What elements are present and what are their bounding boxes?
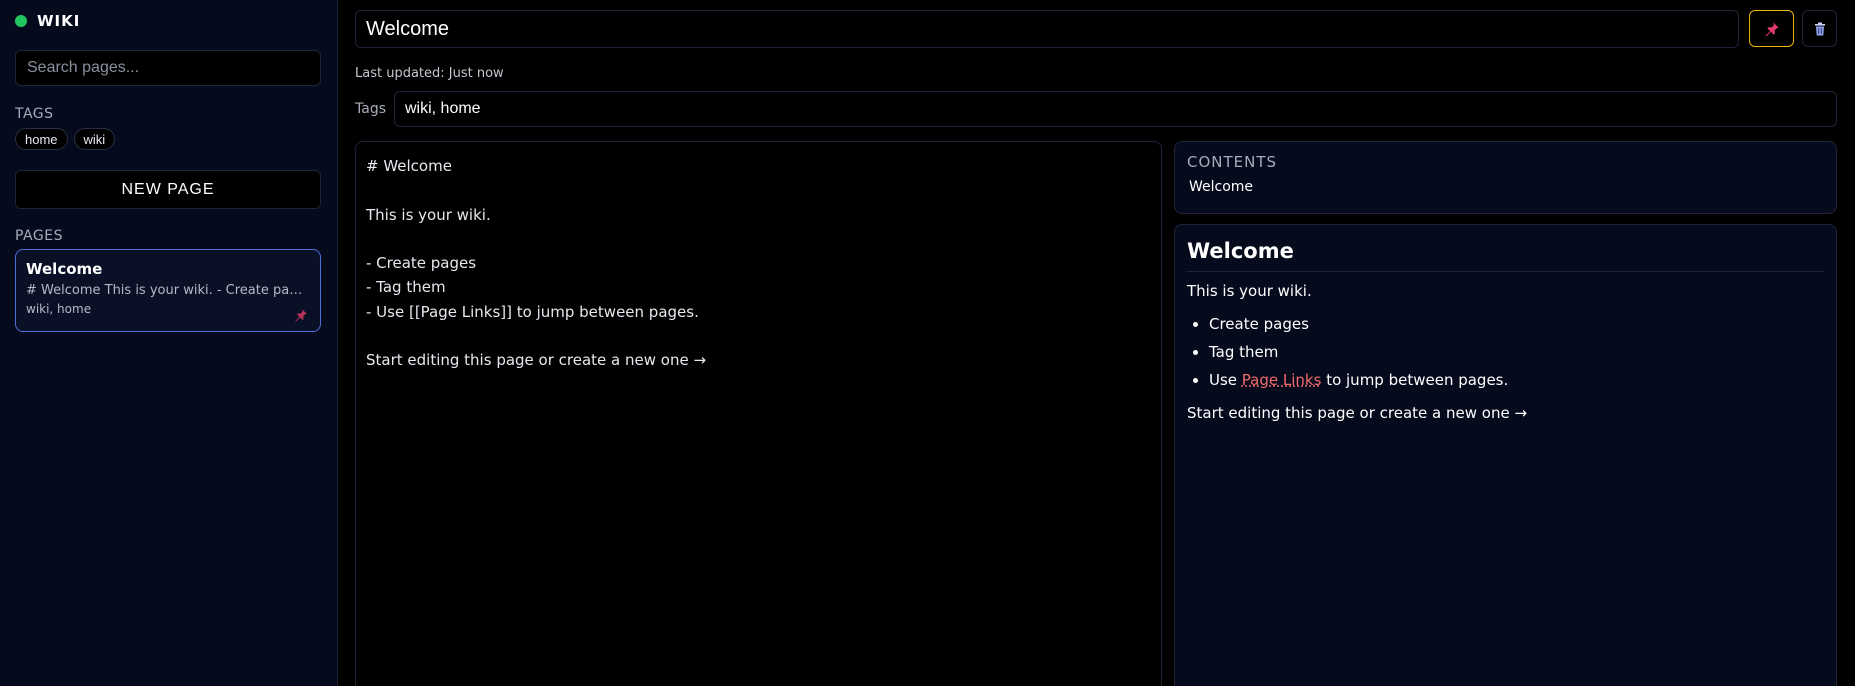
pin-button[interactable]	[1749, 10, 1794, 47]
wiki-page-link[interactable]: Page Links	[1242, 371, 1322, 389]
tag-chip-home[interactable]: home	[15, 128, 68, 150]
pages-section-label: PAGES	[15, 228, 63, 244]
preview-list: Create pages Tag them Use Page Links to …	[1187, 310, 1824, 394]
pin-icon	[1765, 22, 1778, 36]
toc-label: CONTENTS	[1187, 153, 1278, 171]
preview-outro: Start editing this page or create a new …	[1187, 404, 1528, 422]
last-updated-text: Last updated: Just now	[355, 66, 504, 81]
brand: WIKI	[15, 12, 80, 30]
delete-button[interactable]	[1802, 10, 1837, 47]
tags-field-label: Tags	[355, 101, 386, 117]
page-item-tags: wiki, home	[26, 302, 92, 316]
tag-list: home wiki	[15, 128, 116, 150]
link-suffix: to jump between pages.	[1321, 371, 1509, 389]
page-item-excerpt: # Welcome This is your wiki. - Create pa…	[26, 283, 310, 298]
preview-list-item: Tag them	[1209, 338, 1824, 366]
preview-heading: Welcome	[1187, 239, 1824, 272]
markdown-editor[interactable]: # Welcome This is your wiki. - Create pa…	[355, 141, 1162, 686]
page-title-input[interactable]	[355, 10, 1739, 48]
markdown-preview: Welcome This is your wiki. Create pages …	[1174, 224, 1837, 686]
new-page-button[interactable]: NEW PAGE	[15, 170, 321, 209]
table-of-contents: CONTENTS Welcome	[1174, 141, 1837, 214]
tags-section-label: TAGS	[15, 106, 54, 122]
page-list-item[interactable]: Welcome # Welcome This is your wiki. - C…	[15, 249, 321, 332]
preview-intro: This is your wiki.	[1187, 282, 1312, 300]
link-prefix: Use	[1209, 371, 1242, 389]
preview-list-item: Use Page Links to jump between pages.	[1209, 366, 1824, 394]
pin-icon	[295, 309, 307, 322]
tag-chip-wiki[interactable]: wiki	[73, 128, 116, 150]
sidebar: WIKI TAGS home wiki NEW PAGE PAGES Welco…	[0, 0, 338, 686]
toc-item[interactable]: Welcome	[1187, 179, 1824, 195]
search-input[interactable]	[15, 50, 321, 86]
app-root: WIKI TAGS home wiki NEW PAGE PAGES Welco…	[0, 0, 1855, 686]
tags-input[interactable]	[394, 91, 1837, 127]
trash-icon	[1814, 22, 1825, 35]
app-title: WIKI	[37, 12, 81, 30]
preview-list-item: Create pages	[1209, 310, 1824, 338]
page-item-title: Welcome	[26, 260, 103, 278]
status-dot-icon	[15, 15, 27, 27]
